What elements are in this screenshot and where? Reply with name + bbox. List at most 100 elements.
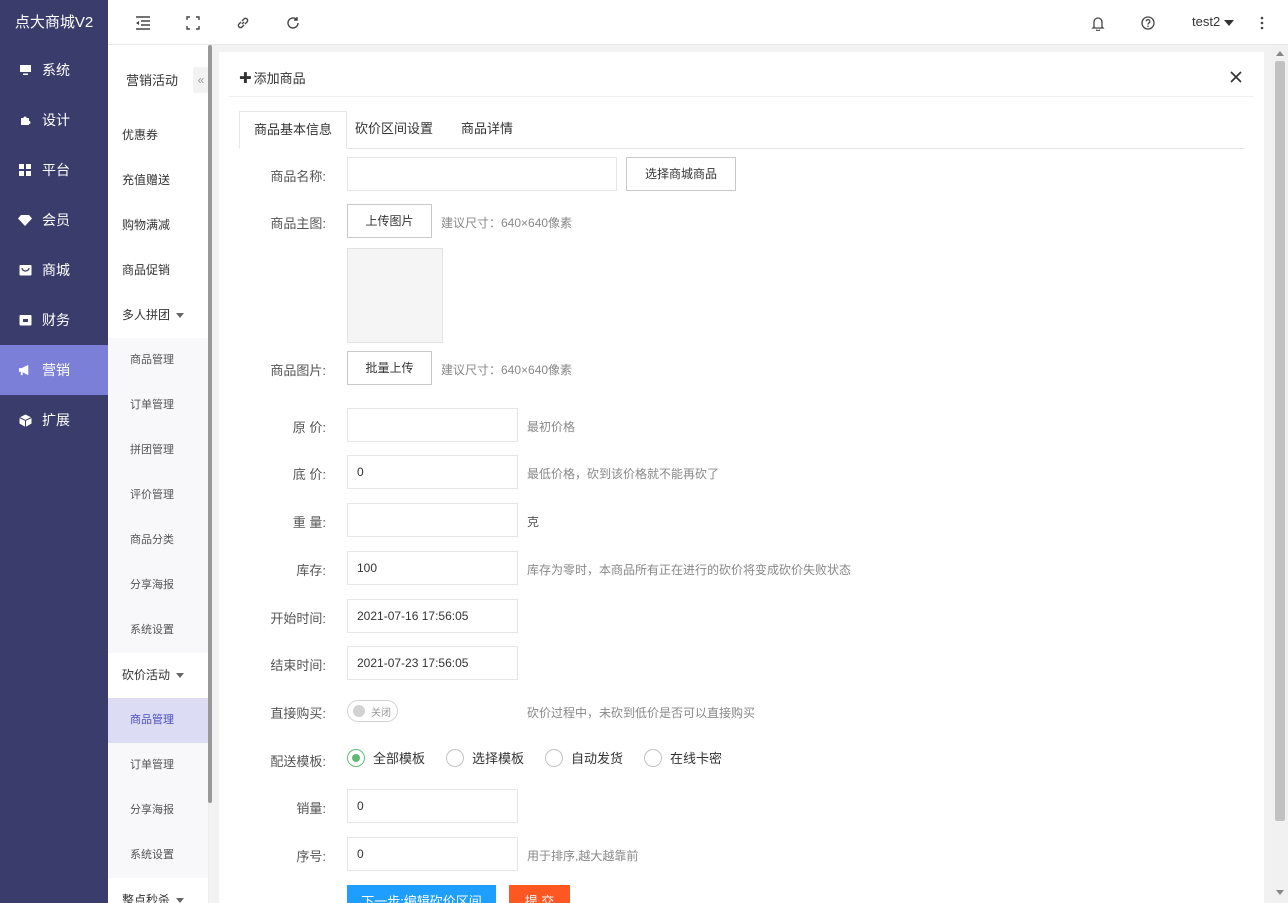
next-edit-range-button[interactable]: 下一步:编辑砍价区间 xyxy=(347,885,496,903)
submit-button[interactable]: 提 交 xyxy=(509,885,570,903)
subnav-item[interactable]: 购物满减 xyxy=(108,203,208,248)
subnav-item[interactable]: 商品管理 xyxy=(108,698,208,743)
radio-label: 在线卡密 xyxy=(670,751,723,766)
nav-item[interactable]: 扩展 xyxy=(0,395,108,445)
user-menu[interactable]: test2 xyxy=(1192,14,1235,29)
orig-price-input[interactable] xyxy=(347,408,518,442)
sales-label: 销量: xyxy=(296,801,326,816)
orig-price-label: 原 价: xyxy=(292,420,326,435)
direct-buy-switch[interactable]: 关闭 xyxy=(347,700,398,722)
scroll-up-icon[interactable] xyxy=(1276,51,1284,56)
subnav-item-label: 分享海报 xyxy=(130,804,174,816)
form-tabs: 商品基本信息 砍价区间设置 商品详情 xyxy=(239,111,1245,149)
radio-label: 全部模板 xyxy=(373,751,426,766)
subnav-item-label: 购物满减 xyxy=(122,218,171,232)
tab-item[interactable]: 商品详情 xyxy=(447,111,527,149)
sort-input[interactable]: 0 xyxy=(347,837,518,871)
ship-template-radio[interactable]: 全部模板 xyxy=(347,748,425,767)
brand-logo[interactable]: 点大商城V2 xyxy=(0,0,108,45)
nav-item-label: 平台 xyxy=(42,162,70,178)
goods-name-input[interactable] xyxy=(347,157,617,191)
subnav-item[interactable]: 系统设置 xyxy=(108,833,208,878)
subnav-item-label: 砍价活动 xyxy=(122,668,171,682)
select-mall-goods-button[interactable]: 选择商城商品 xyxy=(626,157,736,191)
radio-circle-icon xyxy=(545,748,563,767)
subnav-group[interactable]: 整点秒杀 xyxy=(108,878,208,903)
end-time-input[interactable]: 2021-07-23 17:56:05 xyxy=(347,646,518,680)
batch-upload-button[interactable]: 批量上传 xyxy=(347,351,432,385)
caret-down-icon xyxy=(1224,19,1235,26)
subnav-scrollbar[interactable] xyxy=(208,45,212,803)
ship-template-radio[interactable]: 选择模板 xyxy=(446,748,524,767)
upload-image-button[interactable]: 上传图片 xyxy=(347,204,432,238)
bell-icon[interactable] xyxy=(1089,14,1107,32)
main-nav: 点大商城V2 系统 设计平台会员商城 财务 营销 扩展 xyxy=(0,0,108,903)
subnav-item[interactable]: 商品分类 xyxy=(108,518,208,563)
goods-pics-hint: 建议尺寸：640×640像素 xyxy=(441,363,573,377)
fullscreen-icon[interactable] xyxy=(184,14,202,32)
nav-item[interactable]: 会员 xyxy=(0,195,108,245)
switch-text: 关闭 xyxy=(371,708,391,719)
close-icon[interactable] xyxy=(1229,70,1245,86)
tab-item[interactable]: 砍价区间设置 xyxy=(341,111,447,149)
main-pic-hint: 建议尺寸：640×640像素 xyxy=(441,216,573,230)
shop-icon xyxy=(18,263,32,277)
help-icon[interactable] xyxy=(1139,14,1157,32)
radio-circle-icon xyxy=(446,748,464,767)
subnav-item-label: 充值赠送 xyxy=(122,173,171,187)
main-pic-preview[interactable] xyxy=(347,248,443,343)
add-goods-panel: ✚ 添加商品 商品基本信息 砍价区间设置 商品详情 商品名称: 选择商城商品 商品主图… xyxy=(219,52,1264,903)
subnav-item[interactable]: 分享海报 xyxy=(108,563,208,608)
radio-circle-icon xyxy=(347,748,365,767)
grid-icon xyxy=(18,163,32,177)
stock-input[interactable]: 100 xyxy=(347,551,518,585)
subnav-item[interactable]: 商品促销 xyxy=(108,248,208,293)
subnav-item[interactable]: 订单管理 xyxy=(108,743,208,788)
subnav-item-label: 系统设置 xyxy=(130,624,174,636)
cube-icon xyxy=(18,413,32,427)
nav-item[interactable]: 设计 xyxy=(0,95,108,145)
panel-title: ✚ 添加商品 xyxy=(239,68,306,87)
weight-unit: 克 xyxy=(527,515,540,529)
min-price-label: 底 价: xyxy=(292,467,326,482)
subnav-item[interactable]: 分享海报 xyxy=(108,788,208,833)
min-price-input[interactable]: 0 xyxy=(347,455,518,489)
subnav-group[interactable]: 砍价活动 xyxy=(108,653,208,698)
scroll-down-icon[interactable] xyxy=(1276,890,1284,895)
subnav-item[interactable]: 订单管理 xyxy=(108,383,208,428)
goods-name-label: 商品名称: xyxy=(270,169,326,184)
stock-hint: 库存为零时，本商品所有正在进行的砍价将变成砍价失败状态 xyxy=(527,563,852,577)
radio-circle-icon xyxy=(644,748,662,767)
scroll-thumb[interactable] xyxy=(1275,61,1285,821)
subnav-item[interactable]: 充值赠送 xyxy=(108,158,208,203)
panel-title-text: 添加商品 xyxy=(253,71,306,86)
collapse-double-left-icon[interactable]: « xyxy=(193,67,209,93)
tab-item[interactable]: 商品基本信息 xyxy=(239,111,348,149)
stock-label: 库存: xyxy=(296,563,326,578)
weight-input[interactable] xyxy=(347,503,518,537)
sales-input[interactable]: 0 xyxy=(347,789,518,823)
subnav-item[interactable]: 系统设置 xyxy=(108,608,208,653)
subnav-item[interactable]: 优惠券 xyxy=(108,113,208,158)
caret-down-icon xyxy=(176,898,185,903)
ship-template-radio[interactable]: 自动发货 xyxy=(545,748,623,767)
nav-item[interactable]: 商城 xyxy=(0,245,108,295)
subnav-group[interactable]: 多人拼团 xyxy=(108,293,208,338)
nav-item[interactable]: 系统 xyxy=(0,45,108,95)
link-icon[interactable] xyxy=(234,14,252,32)
monitor-icon xyxy=(18,63,32,77)
nav-item[interactable]: 财务 xyxy=(0,295,108,345)
subnav-item[interactable]: 商品管理 xyxy=(108,338,208,383)
ship-template-radio[interactable]: 在线卡密 xyxy=(644,748,722,767)
nav-item[interactable]: 平台 xyxy=(0,145,108,195)
subnav-item[interactable]: 拼团管理 xyxy=(108,428,208,473)
refresh-icon[interactable] xyxy=(284,14,302,32)
more-vertical-icon[interactable] xyxy=(1253,14,1271,32)
menu-fold-icon[interactable] xyxy=(134,14,152,32)
nav-item-label: 会员 xyxy=(42,212,70,228)
start-time-label: 开始时间: xyxy=(270,611,326,626)
subnav-item[interactable]: 评价管理 xyxy=(108,473,208,518)
nav-item[interactable]: 营销 xyxy=(0,345,108,395)
page-scrollbar[interactable] xyxy=(1272,45,1288,903)
start-time-input[interactable]: 2021-07-16 17:56:05 xyxy=(347,599,518,633)
